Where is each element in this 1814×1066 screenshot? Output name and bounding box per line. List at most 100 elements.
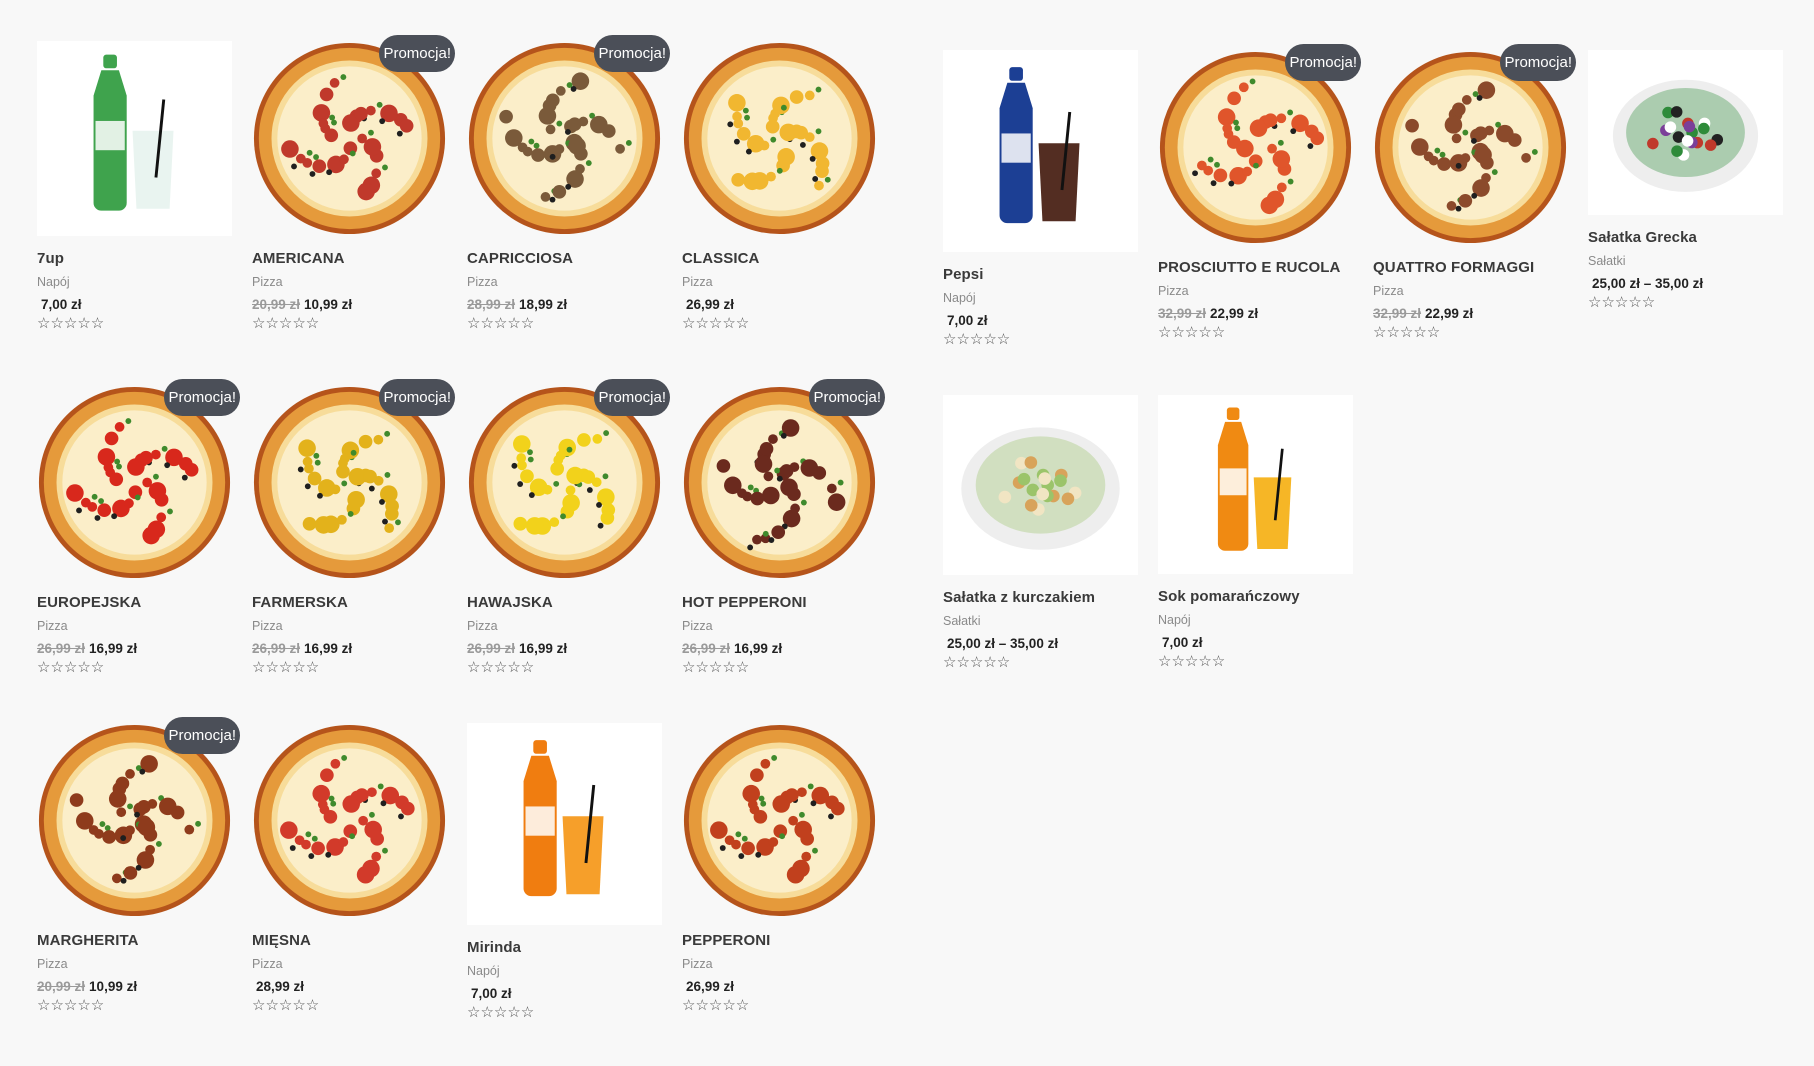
promo-badge: Promocja! [379, 379, 455, 416]
rating-stars-icon: ☆☆☆☆☆ [1158, 653, 1226, 670]
product-title[interactable]: MARGHERITA [37, 932, 232, 949]
product-image[interactable]: Promocja! [467, 35, 670, 236]
product-title[interactable]: 7up [37, 250, 232, 267]
salad-chicken-illustration [961, 427, 1120, 550]
product-image[interactable]: Promocja! [252, 35, 455, 236]
product-image[interactable] [943, 50, 1138, 252]
product-card[interactable]: Sałatka z kurczakiem Sałatki 25,00 zł – … [943, 395, 1138, 671]
promo-badge: Promocja! [379, 35, 455, 72]
product-image[interactable] [252, 723, 447, 918]
old-price: 26,99 zł [252, 641, 301, 656]
product-price: 26,99 zł 16,99 zł [467, 641, 662, 656]
rating-stars-icon: ☆☆☆☆☆ [682, 659, 750, 676]
current-price: 26,99 zł [686, 297, 735, 312]
rating-stars-icon: ☆☆☆☆☆ [943, 331, 1011, 348]
current-price: 26,99 zł [686, 979, 735, 994]
old-price: 26,99 zł [682, 641, 731, 656]
soda-bottle-mirinda-illustration [523, 740, 604, 897]
product-price: 7,00 zł [943, 313, 1138, 328]
product-image[interactable]: Promocja! [37, 379, 240, 580]
product-title[interactable]: Mirinda [467, 939, 662, 956]
product-card[interactable]: Promocja! HAWAJSKA Pizza 26,99 zł 16,99 z… [467, 379, 670, 676]
product-title[interactable]: Sok pomarańczowy [1158, 588, 1353, 605]
product-category: Pizza [252, 957, 283, 971]
promo-badge: Promocja! [594, 35, 670, 72]
current-price: 28,99 zł [256, 979, 305, 994]
product-title[interactable]: HAWAJSKA [467, 594, 662, 611]
product-price: 7,00 zł [1158, 635, 1353, 650]
current-price: 18,99 zł [519, 297, 568, 312]
product-card[interactable]: Sałatka Grecka Sałatki 25,00 zł – 35,00 … [1588, 50, 1783, 311]
product-image[interactable] [1158, 395, 1353, 574]
product-price: 26,99 zł [682, 297, 877, 312]
rating-stars-icon: ☆☆☆☆☆ [1158, 324, 1226, 341]
product-card[interactable]: Promocja! HOT PEPPERONI Pizza 26,99 zł 16… [682, 379, 885, 676]
rating-stars-icon: ☆☆☆☆☆ [1373, 324, 1441, 341]
old-price: 26,99 zł [467, 641, 516, 656]
product-card[interactable]: Promocja! FARMERSKA Pizza 26,99 zł 16,99 … [252, 379, 455, 676]
product-title[interactable]: CLASSICA [682, 250, 877, 267]
rating-stars-icon: ☆☆☆☆☆ [943, 654, 1011, 671]
product-title[interactable]: PEPPERONI [682, 932, 877, 949]
product-image[interactable]: Promocja! [467, 379, 670, 580]
product-card[interactable]: Mirinda Napój 7,00 zł ☆☆☆☆☆ [467, 723, 662, 1021]
product-price: 7,00 zł [467, 986, 662, 1001]
rating-stars-icon: ☆☆☆☆☆ [467, 1004, 535, 1021]
product-image[interactable] [467, 723, 662, 925]
product-title[interactable]: AMERICANA [252, 250, 447, 267]
current-price: 7,00 zł [471, 986, 512, 1001]
product-card[interactable]: CLASSICA Pizza 26,99 zł ☆☆☆☆☆ [682, 41, 877, 332]
product-image[interactable]: Promocja! [1158, 44, 1361, 245]
current-price: 7,00 zł [1162, 635, 1203, 650]
product-card[interactable]: Pepsi Napój 7,00 zł ☆☆☆☆☆ [943, 50, 1138, 348]
product-card[interactable]: Promocja! MARGHERITA Pizza 20,99 zł 10,99… [37, 717, 240, 1014]
soda-bottle-7up-illustration [93, 54, 174, 211]
product-category: Pizza [467, 619, 498, 633]
product-card[interactable]: MIĘSNA Pizza 28,99 zł ☆☆☆☆☆ [252, 723, 447, 1014]
current-price: 22,99 zł [1210, 306, 1259, 321]
product-card[interactable]: Promocja! CAPRICCIOSA Pizza 28,99 zł 18,9… [467, 35, 670, 332]
rating-stars-icon: ☆☆☆☆☆ [252, 997, 320, 1014]
product-card[interactable]: PEPPERONI Pizza 26,99 zł ☆☆☆☆☆ [682, 723, 877, 1014]
product-price: 25,00 zł – 35,00 zł [943, 636, 1138, 651]
promo-badge: Promocja! [1285, 44, 1361, 81]
product-price: 25,00 zł – 35,00 zł [1588, 276, 1783, 291]
old-price: 32,99 zł [1373, 306, 1422, 321]
product-card[interactable]: Promocja! EUROPEJSKA Pizza 26,99 zł 16,99… [37, 379, 240, 676]
product-image[interactable]: Promocja! [1373, 44, 1576, 245]
product-image[interactable] [37, 41, 232, 236]
product-title[interactable]: Sałatka Grecka [1588, 229, 1783, 246]
product-title[interactable]: Pepsi [943, 266, 1138, 283]
product-image[interactable]: Promocja! [682, 379, 885, 580]
product-card[interactable]: 7up Napój 7,00 zł ☆☆☆☆☆ [37, 41, 232, 332]
product-title[interactable]: MIĘSNA [252, 932, 447, 949]
salad-greek-illustration [1612, 79, 1759, 192]
product-price: 26,99 zł [682, 979, 877, 994]
product-card[interactable]: Promocja! AMERICANA Pizza 20,99 zł 10,99 … [252, 35, 455, 332]
product-image[interactable] [1588, 50, 1783, 215]
product-price: 20,99 zł 10,99 zł [252, 297, 447, 312]
product-card[interactable]: Promocja! QUATTRO FORMAGGI Pizza 32,99 z… [1373, 44, 1576, 341]
product-image[interactable] [943, 395, 1138, 575]
product-card[interactable]: Promocja! PROSCIUTTO E RUCOLA Pizza 32,9… [1158, 44, 1361, 341]
product-category: Pizza [37, 957, 68, 971]
product-image[interactable] [682, 41, 877, 236]
promo-badge: Promocja! [809, 379, 885, 416]
old-price: 28,99 zł [467, 297, 516, 312]
product-image[interactable] [682, 723, 877, 918]
product-title[interactable]: HOT PEPPERONI [682, 594, 877, 611]
product-price: 20,99 zł 10,99 zł [37, 979, 232, 994]
product-image[interactable]: Promocja! [252, 379, 455, 580]
product-title[interactable]: EUROPEJSKA [37, 594, 232, 611]
product-title[interactable]: QUATTRO FORMAGGI [1373, 259, 1568, 276]
product-card[interactable]: Sok pomarańczowy Napój 7,00 zł ☆☆☆☆☆ [1158, 395, 1353, 670]
product-title[interactable]: Sałatka z kurczakiem [943, 589, 1138, 606]
product-category: Pizza [1373, 284, 1404, 298]
current-price: 10,99 zł [304, 297, 353, 312]
old-price: 20,99 zł [252, 297, 301, 312]
product-title[interactable]: PROSCIUTTO E RUCOLA [1158, 259, 1353, 276]
product-title[interactable]: CAPRICCIOSA [467, 250, 662, 267]
product-image[interactable]: Promocja! [37, 717, 240, 918]
rating-stars-icon: ☆☆☆☆☆ [37, 659, 105, 676]
product-title[interactable]: FARMERSKA [252, 594, 447, 611]
